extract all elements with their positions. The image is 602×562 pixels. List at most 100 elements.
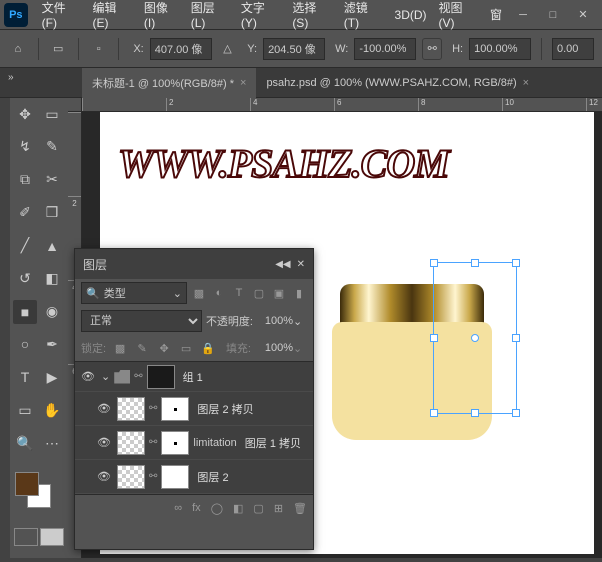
- layer-name[interactable]: 图层 2: [197, 469, 228, 485]
- dodge-tool[interactable]: ○: [13, 332, 37, 356]
- h-field[interactable]: [469, 38, 531, 60]
- collapse-icon[interactable]: ◀◀: [275, 259, 290, 270]
- fill-field[interactable]: [257, 342, 293, 354]
- menu-window[interactable]: 窗: [484, 6, 508, 23]
- filter-adjust-icon[interactable]: ◐: [211, 285, 227, 301]
- layer-thumb[interactable]: [117, 431, 145, 455]
- lock-paint-icon[interactable]: ✎: [134, 340, 150, 356]
- layer-mask[interactable]: [161, 465, 189, 489]
- menu-image[interactable]: 图像(I): [138, 0, 185, 30]
- panel-close-icon[interactable]: ✕: [297, 259, 305, 270]
- new-layer-icon[interactable]: ⊞: [274, 502, 283, 515]
- layer-name[interactable]: 图层 2 拷贝: [197, 401, 253, 417]
- menu-view[interactable]: 视图(V): [433, 0, 484, 30]
- visibility-icon[interactable]: 👁: [79, 368, 97, 386]
- menu-3d[interactable]: 3D(D): [389, 8, 433, 22]
- handle-br[interactable]: [512, 409, 520, 417]
- filter-shape-icon[interactable]: ▢: [251, 285, 267, 301]
- mask-icon[interactable]: ◯: [211, 502, 223, 515]
- maximize-button[interactable]: □: [538, 3, 568, 27]
- tr -icon[interactable]: 🗑: [293, 502, 307, 515]
- tab-untitled[interactable]: 未标题-1 @ 100%(RGB/8#) * ×: [82, 68, 256, 98]
- shape-tool[interactable]: ▭: [13, 398, 37, 422]
- pen-tool[interactable]: ✒: [40, 332, 64, 356]
- wand-tool[interactable]: ✎: [40, 135, 64, 159]
- menu-edit[interactable]: 编辑(E): [86, 0, 137, 30]
- hand-tool[interactable]: ✋: [40, 398, 64, 422]
- lock-pos-icon[interactable]: ✥: [156, 340, 172, 356]
- eraser-tool[interactable]: ◧: [40, 267, 64, 291]
- handle-ml[interactable]: [430, 334, 438, 342]
- lock-all-icon[interactable]: 🔒: [200, 340, 216, 356]
- opacity-field[interactable]: [257, 315, 293, 327]
- chevron-down-icon[interactable]: ⌄: [101, 370, 110, 383]
- layers-panel[interactable]: 图层 ◀◀ ✕ 🔍 类型 ⌄ ▩ ◐ T ▢ ▣ ▮ 正常 不透明度: ⌄ 锁定…: [74, 248, 314, 550]
- menu-select[interactable]: 选择(S): [286, 0, 337, 30]
- panel-header[interactable]: 图层 ◀◀ ✕: [75, 249, 313, 279]
- blend-mode-select[interactable]: 正常: [81, 310, 202, 332]
- zoom-tool[interactable]: 🔍: [13, 431, 37, 455]
- eyedropper-tool[interactable]: ✐: [13, 201, 37, 225]
- path-select-tool[interactable]: ▶: [40, 365, 64, 389]
- w-field[interactable]: [354, 38, 416, 60]
- gradient-tool[interactable]: ■: [13, 300, 37, 324]
- close-icon[interactable]: ×: [523, 77, 529, 89]
- tab-psahz[interactable]: psahz.psd @ 100% (WWW.PSAHZ.COM, RGB/8#)…: [256, 68, 539, 98]
- expand-panels-icon[interactable]: »: [8, 72, 14, 83]
- link-layers-icon[interactable]: ∞: [174, 502, 182, 514]
- y-field[interactable]: [263, 38, 325, 60]
- transform-icon[interactable]: ▭: [48, 38, 68, 60]
- adjustment-icon[interactable]: ◧: [233, 502, 243, 515]
- edit-toolbar[interactable]: ⋯: [40, 431, 64, 455]
- slice-tool[interactable]: ✂: [40, 168, 64, 192]
- filter-type-icon[interactable]: T: [231, 285, 247, 301]
- layer-item[interactable]: 👁 ⚯ 图层 2: [75, 460, 313, 494]
- layer-thumb[interactable]: [117, 397, 145, 421]
- handle-bl[interactable]: [430, 409, 438, 417]
- angle-field[interactable]: [552, 38, 594, 60]
- chevron-down-icon[interactable]: ⌄: [173, 287, 182, 300]
- visibility-icon[interactable]: 👁: [95, 468, 113, 486]
- ruler-corner[interactable]: [68, 98, 82, 112]
- chevron-down-icon[interactable]: ⌄: [293, 342, 302, 355]
- layer-thumb[interactable]: [117, 465, 145, 489]
- quickmask-off[interactable]: [14, 528, 38, 546]
- lasso-tool[interactable]: ↯: [13, 135, 37, 159]
- layer-filter[interactable]: 🔍 类型 ⌄: [81, 282, 187, 304]
- filter-toggle-icon[interactable]: ▮: [291, 285, 307, 301]
- blur-tool[interactable]: ◉: [40, 300, 64, 324]
- handle-center[interactable]: [471, 334, 479, 342]
- filter-smart-icon[interactable]: ▣: [271, 285, 287, 301]
- marquee-tool[interactable]: ▭: [40, 102, 64, 126]
- move-tool[interactable]: ✥: [13, 102, 37, 126]
- quickmask-on[interactable]: [40, 528, 64, 546]
- layer-group[interactable]: 👁 ⌄ ⚯ 组 1: [75, 362, 313, 392]
- delta-icon[interactable]: △: [218, 38, 238, 60]
- stamp-tool[interactable]: ▲: [40, 234, 64, 258]
- menu-file[interactable]: 文件(F): [36, 0, 87, 30]
- filter-pixel-icon[interactable]: ▩: [191, 285, 207, 301]
- close-icon[interactable]: ×: [240, 77, 246, 89]
- crop-tool[interactable]: ⧉: [13, 168, 37, 192]
- menu-layer[interactable]: 图层(L): [185, 0, 235, 30]
- history-brush-tool[interactable]: ↺: [13, 267, 37, 291]
- visibility-icon[interactable]: 👁: [95, 434, 113, 452]
- fx-icon[interactable]: fx: [192, 502, 201, 514]
- chevron-down-icon[interactable]: ⌄: [293, 315, 302, 328]
- brush-tool[interactable]: ╱: [13, 234, 37, 258]
- menu-type[interactable]: 文字(Y): [235, 0, 286, 30]
- color-swatches[interactable]: [13, 470, 65, 514]
- handle-tc[interactable]: [471, 259, 479, 267]
- ruler-horizontal[interactable]: 246810121416: [82, 98, 602, 112]
- group-icon[interactable]: ▢: [253, 502, 263, 515]
- home-icon[interactable]: ⌂: [8, 38, 28, 60]
- menu-filter[interactable]: 滤镜(T): [338, 0, 389, 30]
- type-tool[interactable]: T: [13, 365, 37, 389]
- foreground-swatch[interactable]: [15, 472, 39, 496]
- handle-bc[interactable]: [471, 409, 479, 417]
- visibility-icon[interactable]: 👁: [95, 400, 113, 418]
- handle-tl[interactable]: [430, 259, 438, 267]
- layer-name[interactable]: 组 1: [183, 369, 203, 385]
- link-wh-button[interactable]: ⚯: [422, 38, 442, 60]
- close-button[interactable]: ✕: [568, 3, 598, 27]
